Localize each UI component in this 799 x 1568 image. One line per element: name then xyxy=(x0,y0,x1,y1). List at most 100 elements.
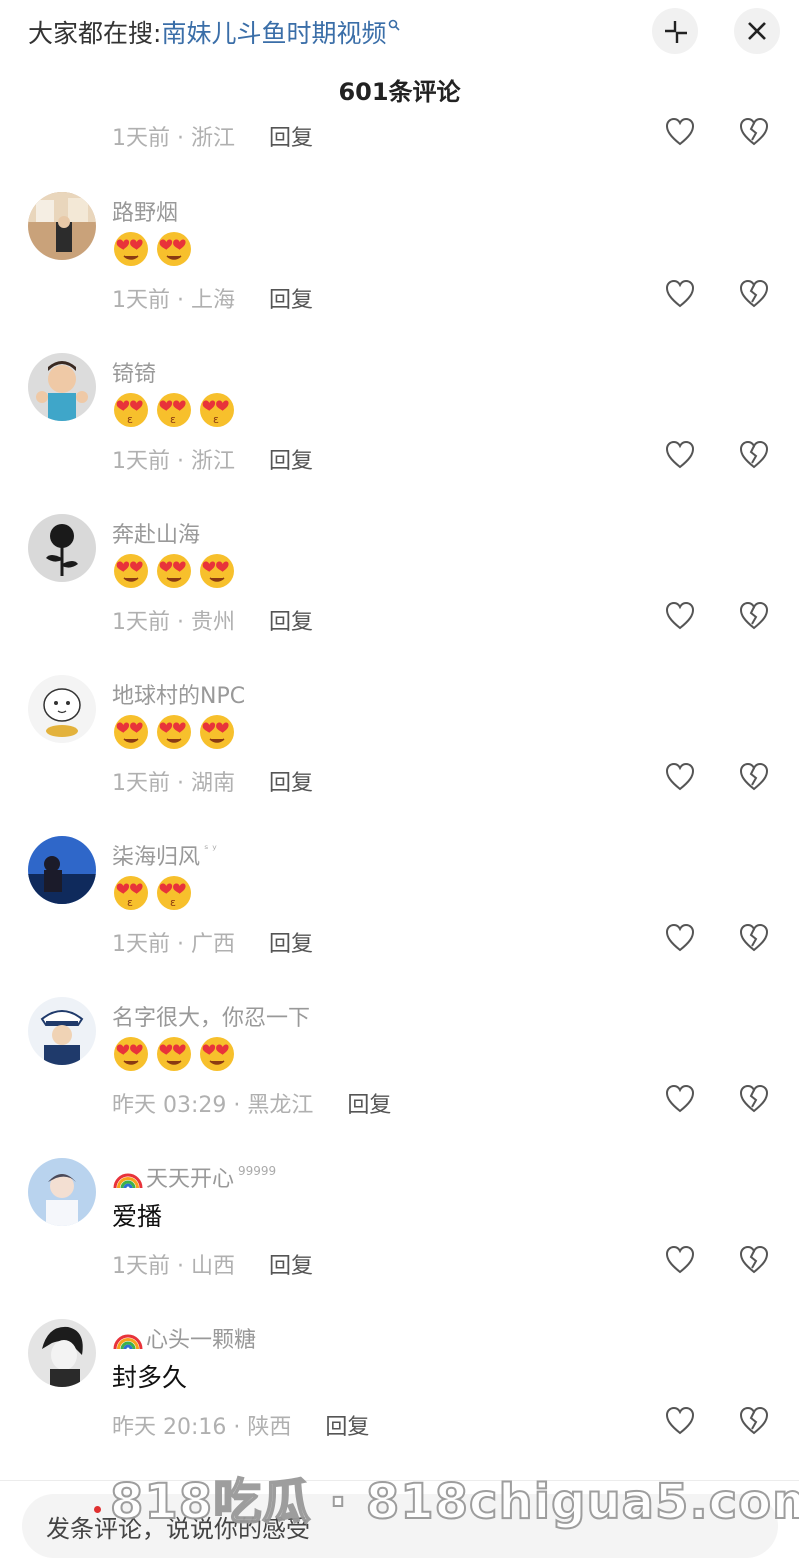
watermark-dot xyxy=(94,1506,101,1513)
comment-text: 封多久 xyxy=(112,1363,188,1392)
like-icon[interactable] xyxy=(664,439,696,471)
comment-meta: 1天前 · 山西 回复 xyxy=(112,1248,313,1280)
comment-nickname[interactable]: 奔赴山海 xyxy=(112,517,200,549)
dislike-icon[interactable] xyxy=(738,1083,770,1115)
svg-text:ε: ε xyxy=(127,896,133,909)
comment-nickname[interactable]: 锜锜 xyxy=(112,356,156,388)
watermark-text: 818吃瓜 · 818chigua5.com xyxy=(109,1473,799,1531)
avatar[interactable] xyxy=(28,997,96,1065)
like-icon[interactable] xyxy=(664,1405,696,1437)
avatar[interactable] xyxy=(28,1319,96,1387)
comment-body xyxy=(112,1033,236,1075)
dislike-icon[interactable] xyxy=(738,600,770,632)
heart-eyes-emoji-icon xyxy=(114,715,148,749)
comment-item: 心头一颗糖 封多久 昨天 20:16 · 陕西 回复 xyxy=(0,1319,799,1480)
dislike-icon[interactable] xyxy=(738,116,770,148)
svg-text:ε: ε xyxy=(170,413,176,426)
heart-eyes-emoji-icon xyxy=(200,715,234,749)
avatar[interactable] xyxy=(28,192,96,260)
like-icon[interactable] xyxy=(664,761,696,793)
comment-item: 名字很大，你忍一下 昨天 03:29 · 黑龙江 回复 xyxy=(0,997,799,1158)
comment-time-location: 昨天 20:16 · 陕西 xyxy=(112,1415,292,1440)
comment-body xyxy=(112,711,236,753)
dislike-icon[interactable] xyxy=(738,439,770,471)
reply-button[interactable]: 回复 xyxy=(269,1248,313,1280)
reply-button[interactable]: 回复 xyxy=(269,926,313,958)
rainbow-icon xyxy=(113,1334,143,1350)
comment-item: 锜锜 ε ε ε 1天前 · 浙江 回复 xyxy=(0,353,799,514)
avatar[interactable] xyxy=(28,675,96,743)
comment-nickname[interactable]: 柒海归风 ˢ ʸ xyxy=(112,839,217,871)
svg-text:ε: ε xyxy=(170,896,176,909)
reply-button[interactable]: 回复 xyxy=(347,1087,391,1119)
heart-eyes-emoji-icon xyxy=(114,1037,148,1071)
like-icon[interactable] xyxy=(664,1083,696,1115)
reply-button[interactable]: 回复 xyxy=(269,282,313,314)
like-icon[interactable] xyxy=(664,922,696,954)
nickname-text: 奔赴山海 xyxy=(112,523,201,548)
comment-body: ε ε xyxy=(112,872,193,914)
comment-nickname[interactable]: 天天开心 99999 xyxy=(112,1161,276,1193)
like-icon[interactable] xyxy=(664,278,696,310)
nickname-text: 天天开心 xyxy=(146,1167,235,1192)
comment-list[interactable]: 1天前 · 浙江 回复 路野烟 1天前 · 上海 回复 锜锜 ε ε ε 1天前… xyxy=(0,112,799,1480)
comment-time-location: 1天前 · 广西 xyxy=(112,932,235,957)
comment-nickname[interactable]: 路野烟 xyxy=(112,195,178,227)
dislike-icon[interactable] xyxy=(738,1405,770,1437)
comment-time-location: 1天前 · 贵州 xyxy=(112,610,235,635)
comment-item: 地球村的NPC 1天前 · 湖南 回复 xyxy=(0,675,799,836)
heart-eyes-emoji-icon xyxy=(200,1037,234,1071)
comment-body: ε ε ε xyxy=(112,389,236,431)
reply-button[interactable]: 回复 xyxy=(269,443,313,475)
avatar[interactable] xyxy=(28,1158,96,1226)
dislike-icon[interactable] xyxy=(738,761,770,793)
dislike-icon[interactable] xyxy=(738,1244,770,1276)
nickname-text: 柒海归风 xyxy=(112,845,201,870)
hot-search-hint[interactable]: 大家都在搜: 南妹儿斗鱼时期视频 xyxy=(28,14,401,50)
dislike-icon[interactable] xyxy=(738,278,770,310)
comment-time-location: 1天前 · 湖南 xyxy=(112,771,235,796)
nickname-suffix: 99999 xyxy=(238,1164,277,1178)
reply-button[interactable]: 回复 xyxy=(325,1409,369,1441)
like-icon[interactable] xyxy=(664,116,696,148)
close-icon xyxy=(748,22,766,40)
reply-button[interactable]: 回复 xyxy=(269,604,313,636)
kissing-heart-emoji-icon: ε xyxy=(157,876,191,910)
comment-meta: 1天前 · 上海 回复 xyxy=(112,282,313,314)
nickname-text: 锜锜 xyxy=(112,362,157,387)
comment-body xyxy=(112,550,236,592)
top-bar: 大家都在搜: 南妹儿斗鱼时期视频 xyxy=(0,0,799,64)
svg-text:ε: ε xyxy=(213,413,219,426)
comment-item: 路野烟 1天前 · 上海 回复 xyxy=(0,192,799,353)
comment-meta: 昨天 20:16 · 陕西 回复 xyxy=(112,1409,369,1441)
heart-eyes-emoji-icon xyxy=(200,554,234,588)
comment-meta: 1天前 · 湖南 回复 xyxy=(112,765,313,797)
dislike-icon[interactable] xyxy=(738,922,770,954)
reply-button[interactable]: 回复 xyxy=(269,120,313,152)
minimize-button[interactable] xyxy=(652,8,698,54)
comment-item: 天天开心 99999 爱播 1天前 · 山西 回复 xyxy=(0,1158,799,1319)
comment-body: 爱播 xyxy=(112,1194,162,1236)
search-icon xyxy=(388,17,401,35)
hot-search-prefix: 大家都在搜: xyxy=(28,19,162,48)
comment-nickname[interactable]: 心头一颗糖 xyxy=(112,1322,256,1354)
hot-search-query[interactable]: 南妹儿斗鱼时期视频 xyxy=(161,14,386,50)
comment-meta: 1天前 · 广西 回复 xyxy=(112,926,313,958)
comment-time-location: 1天前 · 浙江 xyxy=(112,126,235,151)
avatar[interactable] xyxy=(28,836,96,904)
heart-eyes-emoji-icon xyxy=(114,554,148,588)
reply-button[interactable]: 回复 xyxy=(269,765,313,797)
like-icon[interactable] xyxy=(664,1244,696,1276)
comment-meta: 昨天 03:29 · 黑龙江 回复 xyxy=(112,1087,391,1119)
avatar[interactable] xyxy=(28,353,96,421)
kissing-heart-emoji-icon: ε xyxy=(157,393,191,427)
close-button[interactable] xyxy=(734,8,780,54)
avatar[interactable] xyxy=(28,514,96,582)
kissing-heart-emoji-icon: ε xyxy=(200,393,234,427)
minimize-icon xyxy=(665,21,687,43)
like-icon[interactable] xyxy=(664,600,696,632)
nickname-text: 路野烟 xyxy=(112,201,179,226)
comment-nickname[interactable]: 地球村的NPC xyxy=(112,678,245,710)
comment-count-title: 601条评论 xyxy=(338,78,461,106)
comment-nickname[interactable]: 名字很大，你忍一下 xyxy=(112,1000,310,1032)
